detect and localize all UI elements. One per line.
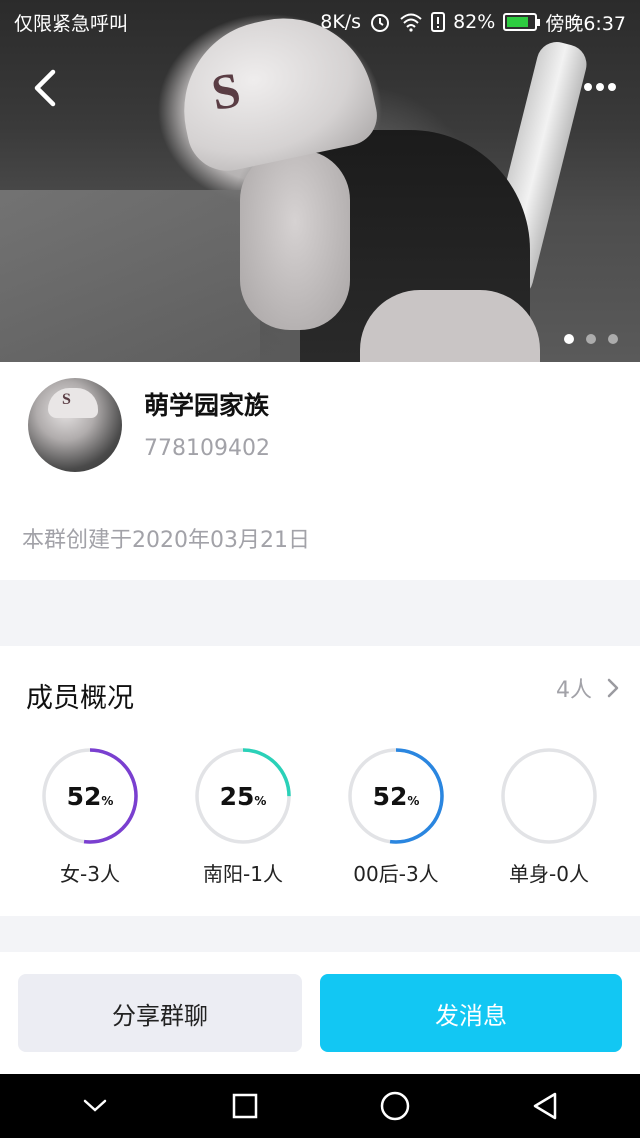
stat-ring [501,748,597,844]
chevron-down-icon [83,1099,107,1112]
nav-recents-button[interactable] [215,1081,275,1131]
more-dot-icon [584,83,592,91]
member-stats: 52% 女-3人 25% 南阳-1人 52% 00后-3人 单身-0人 [0,746,640,896]
triangle-back-icon [533,1092,557,1120]
member-count-link[interactable]: 4人 [556,672,620,704]
action-bar: 分享群聊 发消息 [0,952,640,1074]
member-stat: 52% 女-3人 [14,746,166,887]
photo-shirt [360,290,540,362]
nav-back-button[interactable] [515,1081,575,1131]
stat-label: 女-3人 [60,862,120,886]
chevron-left-icon [34,69,56,107]
section-divider [0,580,640,646]
group-created-date: 本群创建于2020年03月21日 [22,528,310,553]
group-cover-photo[interactable]: S [0,0,640,362]
battery-icon [503,13,541,31]
network-speed: 8K/s [320,11,362,33]
wifi-icon [400,13,422,32]
stat-percentage: 52% [14,782,166,811]
nav-home-button[interactable] [365,1081,425,1131]
avatar-cap [48,388,98,418]
stat-value: 52 [66,782,102,811]
status-bar: 仅限紧急呼叫 8K/s 82% 傍晚6:37 [0,0,640,44]
stat-label: 00后-3人 [353,862,439,886]
stat-value: 52 [372,782,408,811]
carousel-dot [586,334,596,344]
stat-unit: % [407,794,420,808]
stat-percentage: 25% [167,782,319,811]
member-stat: 单身-0人 [473,746,625,887]
more-options-button[interactable] [578,72,622,102]
group-name: 萌学园家族 [144,391,270,420]
group-profile: S 萌学园家族 778109402 本群创建于2020年03月21日 [0,362,640,580]
send-message-button[interactable]: 发消息 [320,974,622,1052]
carousel-indicator [564,334,618,344]
battery-percent: 82% [453,11,496,33]
system-nav-bar [0,1074,640,1138]
member-overview-title: 成员概况 [26,683,134,714]
more-dot-icon [596,83,604,91]
member-stat: 52% 00后-3人 [320,746,472,887]
carousel-dot [608,334,618,344]
section-divider [0,916,640,952]
chevron-right-icon [607,678,619,698]
stat-unit: % [101,794,114,808]
status-icons: 8K/s 82% 傍晚6:37 [320,9,626,36]
back-button[interactable] [24,64,64,112]
stat-unit: % [254,794,267,808]
nav-collapse-button[interactable] [65,1081,125,1131]
clock: 傍晚6:37 [545,12,626,35]
avatar-cap-logo: S [62,391,71,408]
stat-value: 25 [219,782,255,811]
sim-alert-icon [431,12,446,32]
member-overview: 成员概况 4人 52% 女-3人 25% 南阳-1人 52% 00后-3人 单身-0人 [0,646,640,916]
stat-label: 南阳-1人 [203,862,283,886]
more-dot-icon [608,83,616,91]
member-count: 4人 [556,678,592,703]
photo-face [240,150,350,330]
stat-label: 单身-0人 [509,862,589,886]
group-avatar[interactable]: S [28,378,122,472]
group-id: 778109402 [144,436,270,461]
stat-ring-track [501,748,597,844]
photo-pavement [0,190,260,362]
carrier-text: 仅限紧急呼叫 [14,12,129,35]
member-stat: 25% 南阳-1人 [167,746,319,887]
carousel-dot [564,334,574,344]
share-group-button[interactable]: 分享群聊 [18,974,302,1052]
square-icon [232,1093,258,1119]
circle-icon [380,1091,410,1121]
alarm-icon [371,14,390,32]
stat-percentage: 52% [320,782,472,811]
